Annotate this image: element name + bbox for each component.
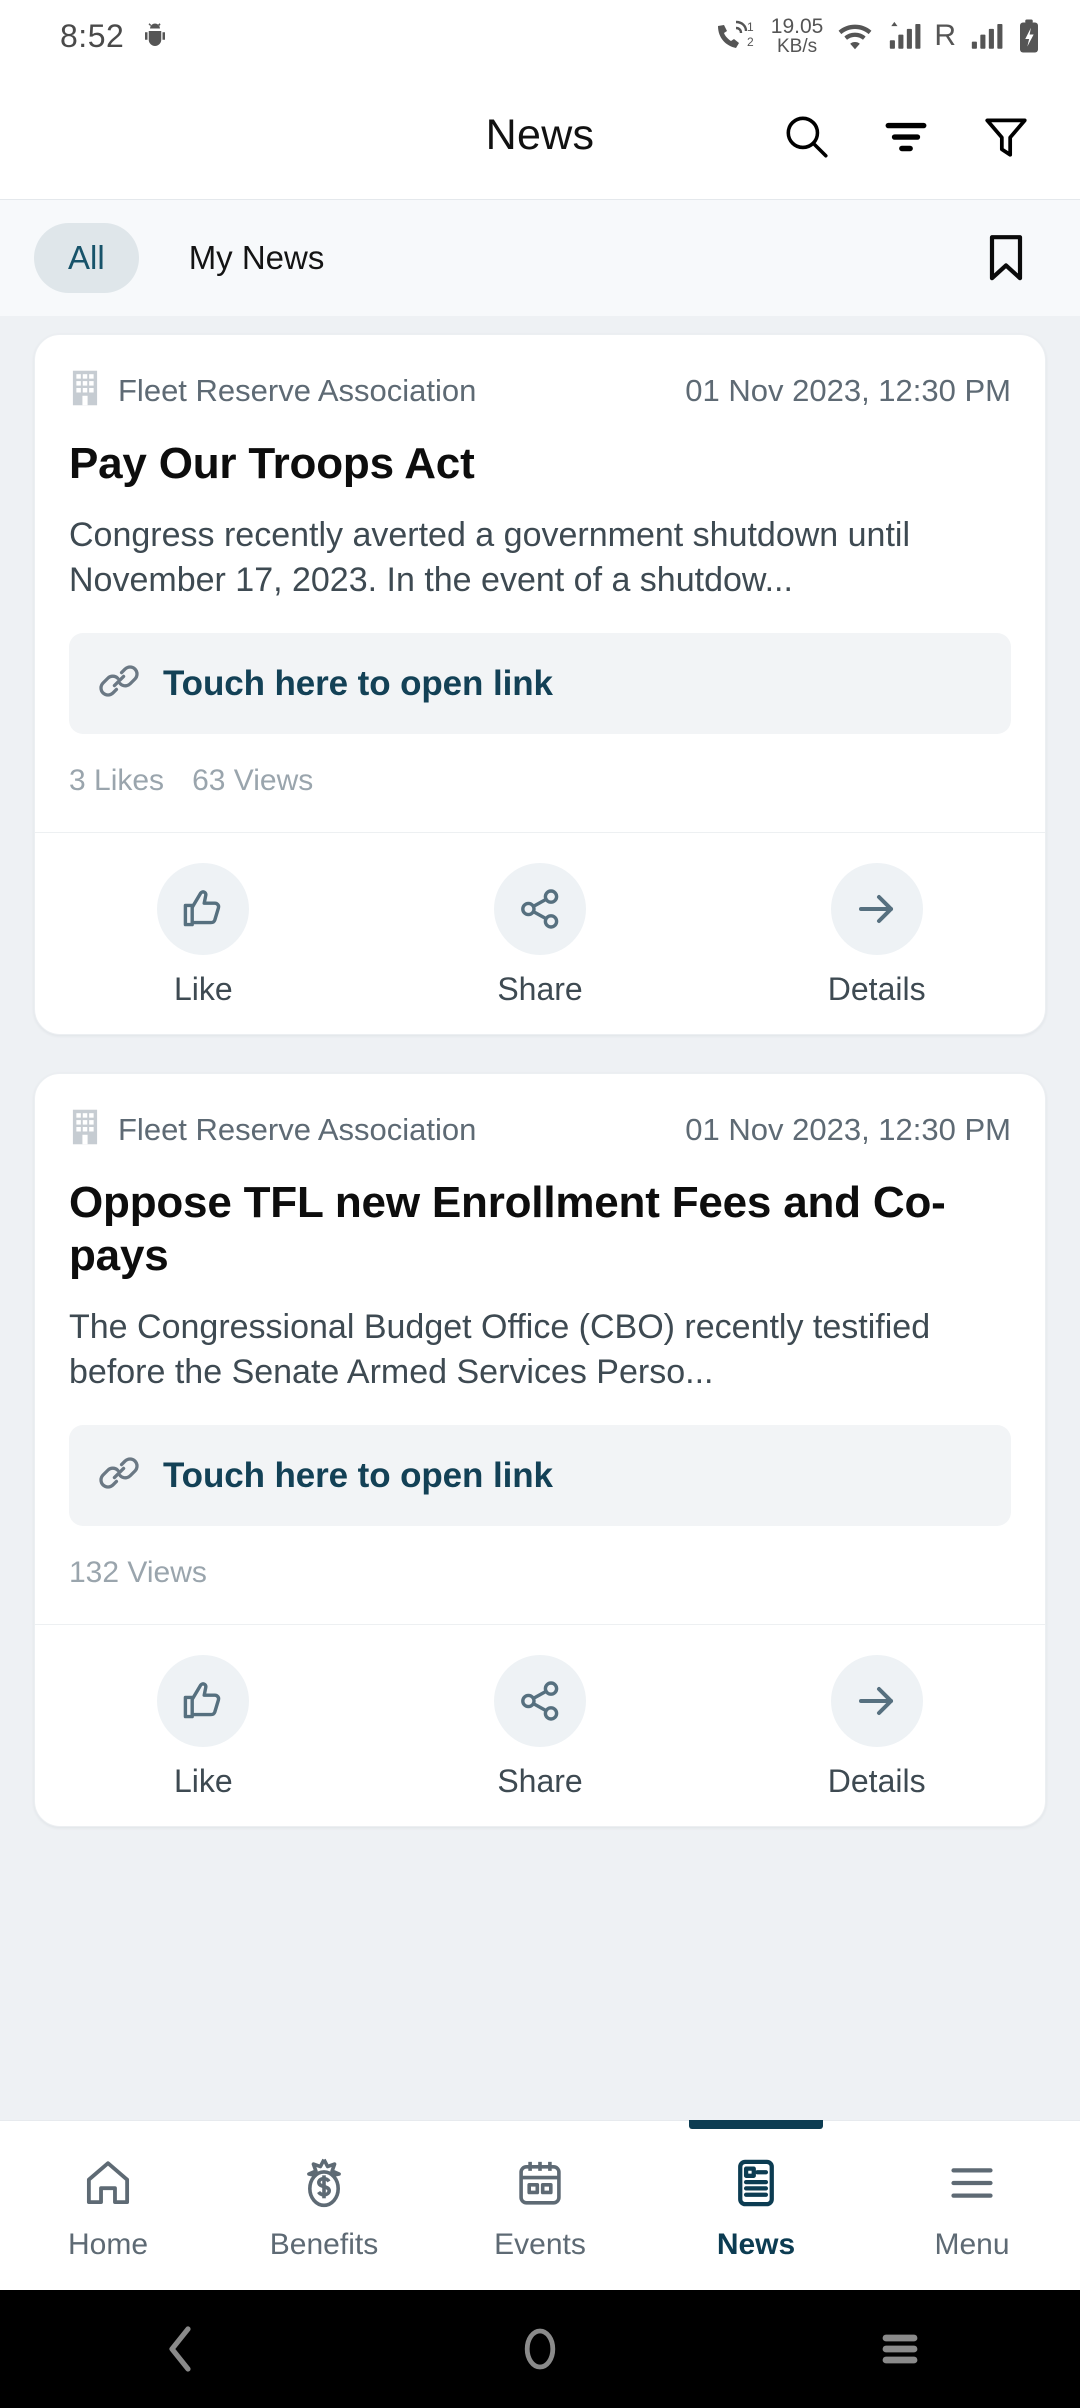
app-header: News — [0, 72, 1080, 200]
svg-text:2: 2 — [747, 35, 754, 49]
link-icon — [97, 1451, 141, 1500]
details-button[interactable]: Details — [708, 1655, 1045, 1800]
share-icon — [494, 1655, 586, 1748]
news-source-name: Fleet Reserve Association — [118, 1111, 477, 1147]
signal-bars-sim1-icon — [887, 20, 921, 52]
home-icon — [81, 2156, 135, 2215]
details-button[interactable]: Details — [708, 863, 1045, 1008]
details-label: Details — [827, 971, 926, 1008]
roaming-icon: R — [934, 19, 956, 52]
tab-all[interactable]: All — [34, 223, 139, 293]
open-link-label: Touch here to open link — [163, 663, 553, 703]
news-card[interactable]: Fleet Reserve Association 01 Nov 2023, 1… — [34, 1073, 1046, 1828]
organization-icon — [69, 369, 101, 412]
money-bag-icon — [297, 2156, 351, 2215]
calendar-icon — [513, 2156, 567, 2215]
arrow-right-icon — [830, 1655, 923, 1748]
news-card-actions: Like Share Details — [35, 832, 1045, 1034]
open-link-button[interactable]: Touch here to open link — [69, 633, 1011, 735]
organization-icon — [69, 1108, 101, 1151]
search-icon[interactable] — [778, 108, 834, 164]
news-source: Fleet Reserve Association — [69, 369, 476, 412]
news-card-header: Fleet Reserve Association 01 Nov 2023, 1… — [69, 369, 1011, 412]
news-stats: 3 Likes 63 Views — [69, 764, 1011, 832]
system-navigation-bar — [0, 2290, 1080, 2408]
nav-label-home: Home — [67, 2227, 149, 2261]
status-bar: 8:52 1 2 19.05 KB/s R — [0, 0, 1080, 72]
news-excerpt: The Congressional Budget Office (CBO) re… — [69, 1307, 931, 1392]
hamburger-menu-icon — [945, 2156, 999, 2215]
like-label: Like — [173, 1763, 233, 1800]
arrow-right-icon — [830, 863, 923, 956]
header-actions — [778, 108, 1034, 164]
system-back-button[interactable] — [120, 2290, 240, 2408]
news-tab-strip: All My News — [0, 200, 1080, 316]
share-label: Share — [497, 971, 583, 1008]
network-speed-value: 19.05 — [770, 15, 824, 38]
tab-my-news[interactable]: My News — [149, 223, 359, 293]
nav-item-events[interactable]: Events — [432, 2121, 648, 2290]
signal-bars-sim2-icon — [969, 20, 1003, 52]
news-article-icon — [729, 2156, 783, 2215]
nav-item-menu[interactable]: Menu — [864, 2121, 1080, 2290]
android-bug-icon — [140, 21, 170, 51]
share-icon — [494, 863, 586, 956]
nav-label-benefits: Benefits — [269, 2227, 379, 2261]
thumbs-up-icon — [157, 863, 250, 956]
link-icon — [97, 659, 141, 708]
like-label: Like — [173, 971, 233, 1008]
bottom-navigation: Home Benefits Events News Menu — [0, 2120, 1080, 2290]
share-button[interactable]: Share — [372, 863, 709, 1008]
nav-item-news[interactable]: News — [648, 2121, 864, 2290]
news-source: Fleet Reserve Association — [69, 1108, 476, 1151]
system-home-button[interactable] — [480, 2290, 600, 2408]
news-stats: 132 Views — [69, 1556, 1011, 1624]
news-card[interactable]: Fleet Reserve Association 01 Nov 2023, 1… — [34, 334, 1046, 1036]
nav-item-home[interactable]: Home — [0, 2121, 216, 2290]
svg-text:1: 1 — [747, 20, 754, 34]
filter-icon[interactable] — [978, 108, 1034, 164]
news-title[interactable]: Pay Our Troops Act — [69, 438, 1011, 491]
status-bar-left: 8:52 — [60, 18, 170, 55]
like-button[interactable]: Like — [35, 863, 372, 1008]
nav-label-events: Events — [494, 2227, 586, 2261]
status-bar-right: 1 2 19.05 KB/s R — [714, 16, 1042, 56]
news-card-actions: Like Share Details — [35, 1624, 1045, 1826]
status-time: 8:52 — [60, 17, 125, 54]
news-date: 01 Nov 2023, 12:30 PM — [685, 1111, 1011, 1147]
news-card-header: Fleet Reserve Association 01 Nov 2023, 1… — [69, 1108, 1011, 1151]
wifi-icon — [836, 20, 874, 52]
open-link-button[interactable]: Touch here to open link — [69, 1425, 1011, 1527]
thumbs-up-icon — [157, 1655, 250, 1748]
nav-item-benefits[interactable]: Benefits — [216, 2121, 432, 2290]
news-source-name: Fleet Reserve Association — [118, 372, 477, 408]
network-speed-unit: KB/s — [776, 36, 818, 57]
likes-count: 3 Likes — [69, 764, 165, 798]
share-button[interactable]: Share — [372, 1655, 709, 1800]
open-link-label: Touch here to open link — [163, 1455, 553, 1495]
news-date: 01 Nov 2023, 12:30 PM — [685, 372, 1011, 408]
news-excerpt: Congress recently averted a government s… — [69, 515, 911, 600]
share-label: Share — [497, 1763, 583, 1800]
nav-label-menu: Menu — [934, 2227, 1010, 2261]
nav-label-news: News — [716, 2227, 796, 2261]
phone-screen: 8:52 1 2 19.05 KB/s R News All My News F… — [0, 0, 1080, 2408]
dual-sim-call-icon: 1 2 — [714, 18, 758, 54]
battery-charging-icon — [1016, 18, 1042, 54]
views-count: 63 Views — [192, 764, 314, 798]
network-speed-indicator: 19.05 KB/s — [771, 16, 824, 56]
details-label: Details — [827, 1763, 926, 1800]
views-count: 132 Views — [69, 1556, 207, 1590]
news-title[interactable]: Oppose TFL new Enrollment Fees and Co-pa… — [69, 1177, 1011, 1283]
news-feed[interactable]: Fleet Reserve Association 01 Nov 2023, 1… — [0, 316, 1080, 2120]
bookmark-icon[interactable] — [978, 230, 1034, 286]
like-button[interactable]: Like — [35, 1655, 372, 1800]
system-recents-button[interactable] — [840, 2290, 960, 2408]
sort-icon[interactable] — [878, 108, 934, 164]
